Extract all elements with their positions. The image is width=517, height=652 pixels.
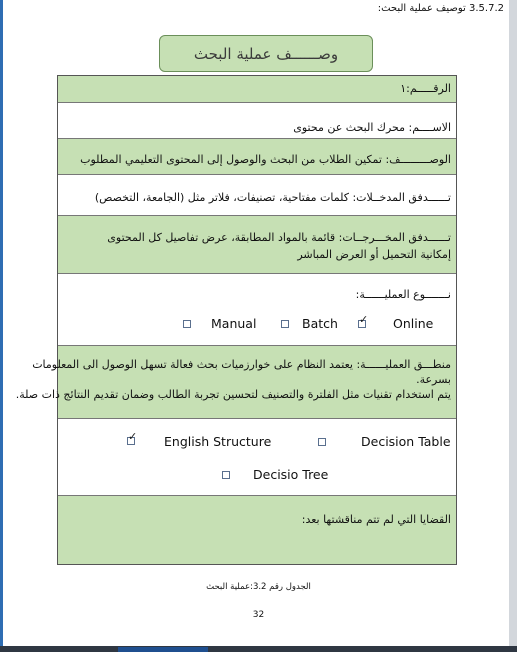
output-flow-text-1: تــــــدفق المخـــرجــات: قائمة بالمواد … xyxy=(107,231,451,244)
manual-label: Manual xyxy=(211,316,257,331)
online-checkbox[interactable]: ✓ xyxy=(358,314,368,328)
decision-table-checkbox[interactable] xyxy=(318,438,326,446)
input-flow-text: تــــــدفق المدخــلات: كلمات مفتاحية، تص… xyxy=(94,191,451,204)
row-number: الرقـــــم:١ xyxy=(58,76,456,103)
row-name: الاســــم: محرك البحث عن محتوى xyxy=(58,103,456,139)
logic-text-1: منطـــق العمليــــــة: يعتمد النظام على … xyxy=(32,358,451,371)
description-text: الوصـــــــــف: تمكين الطلاب من البحث وا… xyxy=(80,153,451,166)
title-box: وصــــــف عملية البحث xyxy=(159,35,373,72)
row-output-flow: تــــــدفق المخـــرجــات: قائمة بالمواد … xyxy=(58,216,456,274)
online-label: Online xyxy=(393,316,434,331)
taskbar-accent xyxy=(118,647,208,652)
english-structure-label: English Structure xyxy=(164,434,272,449)
batch-checkbox[interactable] xyxy=(281,320,289,328)
batch-label: Batch xyxy=(302,316,338,331)
row-input-flow: تــــــدفق المدخــلات: كلمات مفتاحية، تص… xyxy=(58,175,456,216)
title-text: وصــــــف عملية البحث xyxy=(193,44,339,63)
check-icon: ✓ xyxy=(128,430,138,443)
row-open-issues: القضايا التي لم تتم مناقشتها بعد: xyxy=(58,496,456,564)
check-icon: ✓ xyxy=(359,313,369,326)
decision-table-label: Decision Table xyxy=(361,434,451,449)
open-issues-text: القضايا التي لم تتم مناقشتها بعد: xyxy=(301,513,451,526)
number-text: الرقـــــم:١ xyxy=(400,82,451,95)
process-table: الرقـــــم:١ الاســــم: محرك البحث عن مح… xyxy=(16,75,457,565)
english-structure-checkbox[interactable]: ✓ xyxy=(127,431,137,445)
logic-text-3: يتم استخدام تقنيات مثل الفلترة والتصنيف … xyxy=(15,388,451,401)
logic-text-2: بسرعة. xyxy=(416,373,451,386)
page-number: 32 xyxy=(252,610,265,620)
process-type-label: نـــــــوع العمليــــــة: xyxy=(355,288,451,301)
table-caption: الجدول رقم 3.2:عملية البحث xyxy=(206,582,311,592)
window-left-border xyxy=(0,0,3,652)
row-description: الوصـــــــــف: تمكين الطلاب من البحث وا… xyxy=(58,139,456,175)
row-process-logic: منطـــق العمليــــــة: يعتمد النظام على … xyxy=(16,346,456,419)
row-logic-tools: ✓ English Structure Decision Table Decis… xyxy=(58,419,456,496)
section-heading: 3.5.7.2 توصيف عملية البحث: xyxy=(377,3,504,14)
name-text: الاســــم: محرك البحث عن محتوى xyxy=(293,121,451,134)
decision-tree-checkbox[interactable] xyxy=(222,471,230,479)
row-process-type: نـــــــوع العمليــــــة: Manual Batch ✓… xyxy=(58,274,456,346)
output-flow-text-2: إمكانية التحميل أو العرض المباشر xyxy=(297,248,451,261)
manual-checkbox[interactable] xyxy=(183,320,191,328)
decision-tree-label: Decisio Tree xyxy=(253,467,329,482)
window-right-edge xyxy=(509,0,517,652)
taskbar-strip xyxy=(0,646,517,652)
